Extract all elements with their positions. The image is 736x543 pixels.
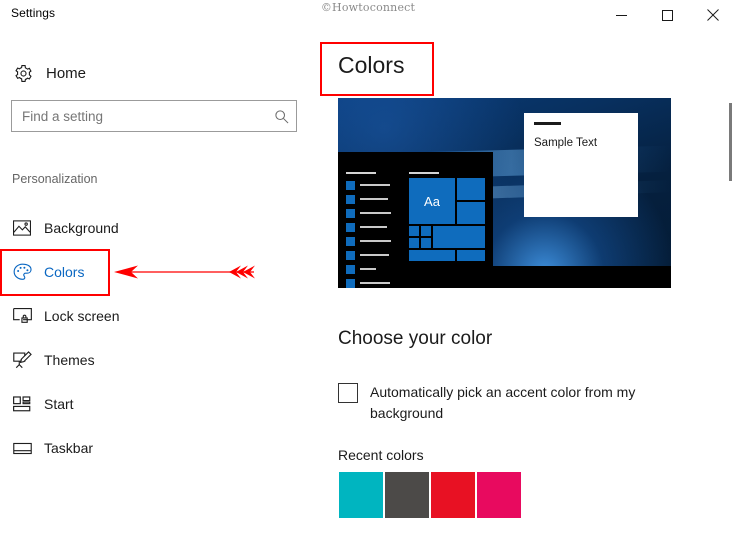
sidebar-item-taskbar-label: Taskbar: [44, 440, 94, 456]
page-title: Colors: [338, 52, 405, 78]
preview-start-menu: Aa: [338, 152, 493, 288]
preview-tile: [409, 238, 419, 248]
sidebar-item-colors-label: Colors: [44, 264, 85, 280]
sidebar-item-taskbar[interactable]: Taskbar: [0, 426, 300, 470]
vertical-scrollbar[interactable]: [726, 32, 736, 543]
sidebar-nav-list: Background Colors Lock screen Themes Sta…: [0, 206, 300, 470]
scrollbar-thumb[interactable]: [729, 103, 732, 181]
taskbar-icon: [0, 442, 44, 455]
recent-color-swatch-cyan[interactable]: [339, 472, 383, 518]
preview-tile: [457, 202, 485, 224]
preview-tile: [421, 226, 431, 236]
preview-tile: [433, 226, 485, 248]
recent-colors-swatches: [339, 472, 523, 518]
sidebar-group-title: Personalization: [12, 172, 98, 186]
sidebar-item-themes-label: Themes: [44, 352, 95, 368]
recent-color-swatch-pink[interactable]: [477, 472, 521, 518]
auto-accent-row[interactable]: Automatically pick an accent color from …: [338, 382, 668, 424]
sidebar-item-start[interactable]: Start: [0, 382, 300, 426]
recent-color-swatch-dark-gray[interactable]: [385, 472, 429, 518]
sidebar-item-home[interactable]: Home: [0, 54, 300, 92]
themes-icon: [0, 351, 44, 369]
theme-preview: Aa Sample Text: [338, 98, 671, 288]
preview-sample-window-titlebar: [534, 122, 561, 125]
palette-icon: [0, 263, 44, 281]
recent-color-swatch-red[interactable]: [431, 472, 475, 518]
maximize-icon[interactable]: [644, 0, 690, 30]
preview-tile-large: Aa: [409, 178, 455, 224]
lock-screen-icon: [0, 308, 44, 324]
sidebar-item-home-label: Home: [46, 64, 87, 82]
preview-start-app-list: [346, 178, 396, 288]
preview-sample-window: Sample Text: [524, 113, 638, 217]
sidebar-item-themes[interactable]: Themes: [0, 338, 300, 382]
preview-sample-text: Sample Text: [534, 137, 598, 149]
close-icon[interactable]: [690, 0, 736, 30]
preview-tile: [457, 178, 485, 200]
search-input[interactable]: [12, 108, 266, 124]
preview-tile: [409, 250, 455, 261]
sidebar-item-lock-screen[interactable]: Lock screen: [0, 294, 300, 338]
picture-icon: [0, 220, 44, 236]
preview-start-menu-heading-bar: [346, 172, 376, 174]
search-icon: [266, 109, 296, 124]
recent-colors-title: Recent colors: [338, 447, 424, 463]
gear-icon: [0, 64, 46, 83]
sidebar-item-background[interactable]: Background: [0, 206, 300, 250]
section-title-choose-your-color: Choose your color: [338, 328, 493, 349]
preview-tile-letter: Aa: [424, 193, 440, 209]
sidebar-item-start-label: Start: [44, 396, 74, 412]
sidebar: Home Personalization Background: [0, 32, 320, 543]
preview-tile: [421, 238, 431, 248]
title-bar: Settings ©Howtoconnect: [0, 0, 736, 32]
auto-accent-label: Automatically pick an accent color from …: [370, 384, 636, 421]
preview-tile: [409, 226, 419, 236]
start-tiles-icon: [0, 396, 44, 412]
auto-accent-checkbox[interactable]: [338, 383, 358, 403]
minimize-icon[interactable]: [598, 0, 644, 30]
sidebar-item-lock-screen-label: Lock screen: [44, 308, 120, 324]
sidebar-item-colors[interactable]: Colors: [0, 250, 300, 294]
search-box[interactable]: [11, 100, 297, 132]
preview-tile: [457, 250, 485, 261]
preview-tiles-heading-bar: [409, 172, 439, 174]
sidebar-item-background-label: Background: [44, 220, 119, 236]
window-controls: [598, 0, 736, 30]
